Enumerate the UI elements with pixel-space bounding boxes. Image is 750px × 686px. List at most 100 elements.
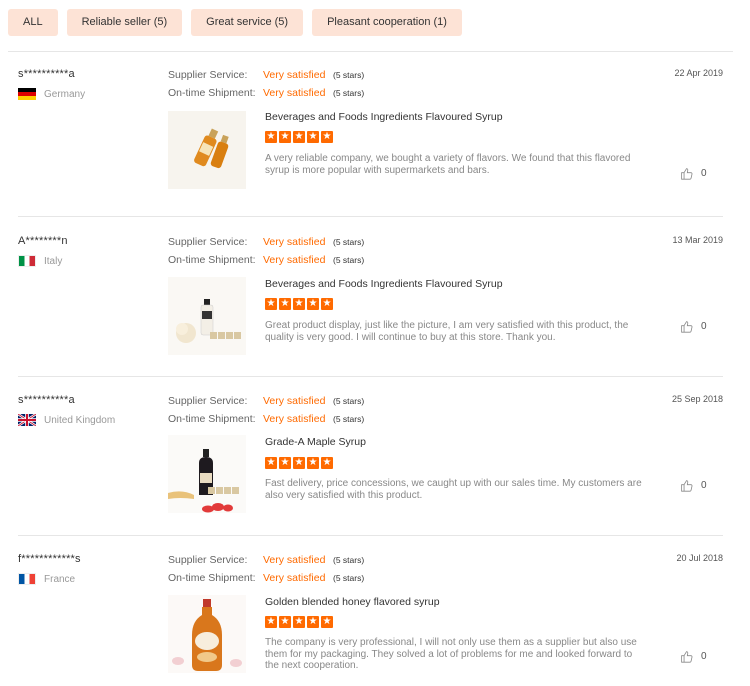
- star-icon: ★: [265, 131, 277, 143]
- rating-label: On-time Shipment:: [168, 86, 256, 99]
- honey-syrup-bottle-image[interactable]: [168, 595, 246, 673]
- reviewer-name: f************s: [18, 553, 81, 565]
- star-icon: ★: [321, 131, 333, 143]
- reviewer-name: s**********a: [18, 394, 75, 406]
- ontime-shipment-rating: On-time Shipment: Very satisfied (5 star…: [168, 253, 364, 266]
- country-name: United Kingdom: [44, 414, 116, 426]
- star-icon: ★: [321, 616, 333, 628]
- star-icon: ★: [307, 298, 319, 310]
- star-icon: ★: [279, 457, 291, 469]
- review-item: A********n Italy Supplier Service: Very …: [18, 235, 723, 375]
- filter-all[interactable]: ALL: [8, 9, 58, 36]
- filter-pleasant-cooperation[interactable]: Pleasant cooperation (1): [312, 9, 462, 36]
- product-star-rating: ★ ★ ★ ★ ★: [265, 457, 333, 469]
- reviewer-country: Germany: [18, 88, 85, 100]
- star-icon: ★: [321, 298, 333, 310]
- like-count: 0: [701, 480, 707, 491]
- product-name[interactable]: Grade-A Maple Syrup: [265, 436, 366, 448]
- rating-value: Very satisfied: [263, 571, 326, 584]
- review-text: Fast delivery, price concessions, we cau…: [265, 478, 642, 501]
- rating-label: On-time Shipment:: [168, 571, 256, 584]
- rating-stars-text: (5 stars): [333, 572, 365, 583]
- thumbs-up-icon: [681, 321, 693, 333]
- thumbs-up-icon: [681, 168, 693, 180]
- star-icon: ★: [279, 298, 291, 310]
- filter-reliable-seller[interactable]: Reliable seller (5): [66, 9, 183, 36]
- reviewer-country: United Kingdom: [18, 414, 115, 426]
- reviewer-country: Italy: [18, 255, 62, 267]
- review-item: f************s France Supplier Service: …: [18, 553, 723, 683]
- rating-value: Very satisfied: [263, 412, 326, 425]
- divider: [18, 376, 723, 377]
- like-button[interactable]: 0: [680, 479, 707, 492]
- star-icon: ★: [279, 616, 291, 628]
- product-name[interactable]: Golden blended honey flavored syrup: [265, 596, 440, 608]
- country-name: Germany: [44, 88, 86, 100]
- divider: [8, 51, 733, 52]
- star-icon: ★: [293, 616, 305, 628]
- star-icon: ★: [293, 457, 305, 469]
- ontime-shipment-rating: On-time Shipment: Very satisfied (5 star…: [168, 571, 364, 584]
- review-text: Great product display, just like the pic…: [265, 320, 629, 343]
- thumbs-up-icon: [681, 651, 693, 663]
- supplier-service-rating: Supplier Service: Very satisfied (5 star…: [168, 394, 364, 407]
- star-icon: ★: [321, 457, 333, 469]
- star-icon: ★: [265, 298, 277, 310]
- star-icon: ★: [265, 616, 277, 628]
- thumbs-up-icon: [681, 480, 693, 492]
- like-button[interactable]: 0: [680, 167, 707, 180]
- rating-value: Very satisfied: [263, 235, 326, 248]
- star-icon: ★: [307, 131, 319, 143]
- rating-label: Supplier Service:: [168, 68, 248, 81]
- review-text: The company is very professional, I will…: [265, 637, 637, 671]
- milk-syrup-bottle-image[interactable]: [168, 277, 246, 355]
- rating-label: On-time Shipment:: [168, 253, 256, 266]
- review-text: A very reliable company, we bought a var…: [265, 153, 631, 176]
- review-filter-bar: ALL Reliable seller (5) Great service (5…: [8, 9, 462, 36]
- rating-value: Very satisfied: [263, 394, 326, 407]
- rating-stars-text: (5 stars): [333, 254, 365, 265]
- supplier-service-rating: Supplier Service: Very satisfied (5 star…: [168, 68, 364, 81]
- rating-stars-text: (5 stars): [333, 87, 365, 98]
- country-name: Italy: [44, 255, 63, 267]
- syrup-bottles-image[interactable]: [168, 111, 246, 189]
- divider: [18, 216, 723, 217]
- ontime-shipment-rating: On-time Shipment: Very satisfied (5 star…: [168, 412, 364, 425]
- rating-value: Very satisfied: [263, 86, 326, 99]
- product-star-rating: ★ ★ ★ ★ ★: [265, 298, 333, 310]
- rating-stars-text: (5 stars): [333, 413, 365, 424]
- review-item: s**********a Germany Supplier Service: V…: [18, 68, 723, 208]
- germany-flag-icon: [18, 88, 36, 100]
- rating-stars-text: (5 stars): [333, 236, 365, 247]
- maple-syrup-bottle-image[interactable]: [168, 435, 246, 513]
- star-icon: ★: [307, 457, 319, 469]
- united-kingdom-flag-icon: [18, 414, 36, 426]
- product-name[interactable]: Beverages and Foods Ingredients Flavoure…: [265, 111, 503, 123]
- supplier-service-rating: Supplier Service: Very satisfied (5 star…: [168, 553, 364, 566]
- rating-label: Supplier Service:: [168, 553, 248, 566]
- reviewer-country: France: [18, 573, 75, 585]
- review-date: 13 Mar 2019: [672, 235, 723, 245]
- divider: [18, 535, 723, 536]
- review-date: 25 Sep 2018: [671, 394, 723, 404]
- filter-great-service[interactable]: Great service (5): [191, 9, 304, 36]
- star-icon: ★: [293, 131, 305, 143]
- star-icon: ★: [307, 616, 319, 628]
- ontime-shipment-rating: On-time Shipment: Very satisfied (5 star…: [168, 86, 364, 99]
- rating-label: On-time Shipment:: [168, 412, 256, 425]
- rating-value: Very satisfied: [263, 68, 326, 81]
- italy-flag-icon: [18, 255, 36, 267]
- like-count: 0: [701, 321, 707, 332]
- reviewer-name: s**********a: [18, 68, 75, 80]
- review-date: 20 Jul 2018: [676, 553, 723, 563]
- reviewer-name: A********n: [18, 235, 68, 247]
- product-name[interactable]: Beverages and Foods Ingredients Flavoure…: [265, 278, 503, 290]
- rating-stars-text: (5 stars): [333, 69, 365, 80]
- france-flag-icon: [18, 573, 36, 585]
- review-item: s**********a United Kingdom Supplier Ser…: [18, 394, 723, 534]
- like-button[interactable]: 0: [680, 320, 707, 333]
- star-icon: ★: [279, 131, 291, 143]
- like-button[interactable]: 0: [680, 650, 707, 663]
- rating-stars-text: (5 stars): [333, 554, 365, 565]
- rating-label: Supplier Service:: [168, 235, 248, 248]
